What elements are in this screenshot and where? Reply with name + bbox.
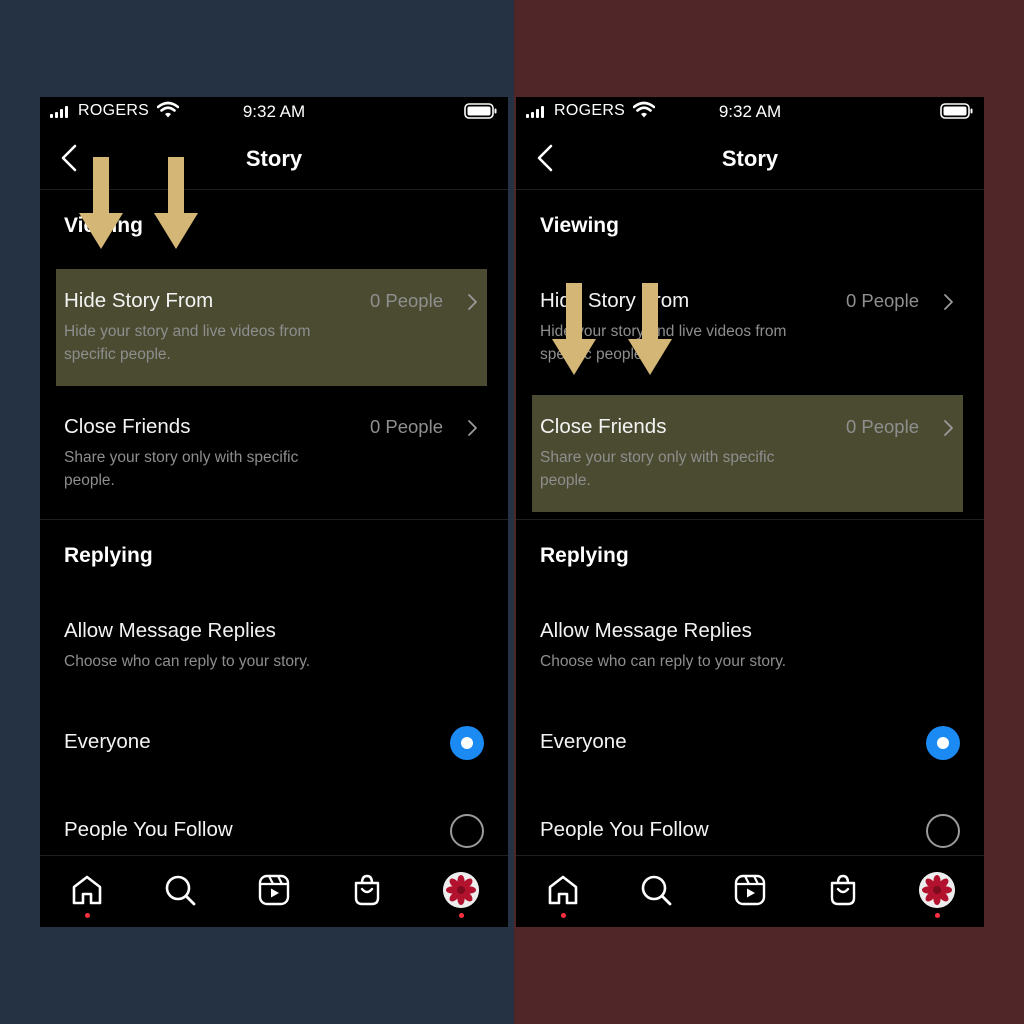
chevron-right-icon: [944, 420, 953, 436]
search-icon: [165, 875, 196, 906]
people-count: 0 People: [845, 290, 919, 311]
reels-icon: [258, 874, 290, 906]
down-arrow-annotation: [79, 157, 123, 249]
avatar-flower-icon: [443, 872, 479, 908]
notification-dot: [935, 913, 940, 918]
profile-avatar: [919, 872, 955, 908]
option-people-you-follow-label: People You Follow: [64, 818, 233, 841]
chevron-right-icon: [944, 294, 953, 310]
shop-icon: [830, 874, 856, 906]
section-title-replying: Replying: [540, 544, 629, 567]
section-divider: [516, 519, 984, 520]
tab-home[interactable]: [545, 872, 581, 918]
close-friends-row[interactable]: Close Friends Share your story only with…: [532, 395, 963, 512]
radio-people-you-follow[interactable]: [450, 814, 484, 848]
row-title: Close Friends: [540, 415, 667, 438]
search-icon: [641, 875, 672, 906]
people-count: 0 People: [369, 290, 443, 311]
avatar-flower-icon: [919, 872, 955, 908]
status-bar: ROGERS 9:32 AM: [40, 97, 508, 127]
allow-replies-title: Allow Message Replies: [64, 619, 276, 642]
phone-screenshot-left: ROGERS 9:32 AM Story Viewing Hide Story …: [40, 97, 508, 927]
row-description: Share your story only with specific peop…: [64, 449, 299, 489]
down-arrow-annotation: [552, 283, 596, 375]
tab-profile[interactable]: [443, 872, 479, 918]
bottom-tab-bar: [40, 855, 508, 927]
profile-avatar: [443, 872, 479, 908]
shop-icon: [354, 874, 380, 906]
down-arrow-annotation: [628, 283, 672, 375]
tab-shop[interactable]: [349, 872, 385, 908]
radio-everyone[interactable]: [926, 726, 960, 760]
tab-profile[interactable]: [919, 872, 955, 918]
section-divider: [40, 519, 508, 520]
people-count: 0 People: [845, 416, 919, 437]
tab-reels[interactable]: [256, 872, 292, 908]
tab-search[interactable]: [162, 872, 198, 908]
phone-screenshot-right: ROGERS 9:32 AM Story Viewing Hide Story …: [516, 97, 984, 927]
reels-icon: [734, 874, 766, 906]
notification-dot: [85, 913, 90, 918]
notification-dot: [561, 913, 566, 918]
down-arrow-annotation: [154, 157, 198, 249]
tab-search[interactable]: [638, 872, 674, 908]
notification-dot: [459, 913, 464, 918]
row-title: Close Friends: [64, 415, 191, 438]
chevron-right-icon: [468, 294, 477, 310]
tab-reels[interactable]: [732, 872, 768, 908]
section-title-replying: Replying: [64, 544, 153, 567]
row-title: Hide Story From: [64, 289, 214, 312]
status-time: 9:32 AM: [242, 102, 306, 121]
row-description: Hide your story and live videos from spe…: [64, 323, 311, 363]
section-title-viewing: Viewing: [540, 214, 619, 237]
home-icon: [548, 875, 578, 905]
chevron-right-icon: [468, 420, 477, 436]
home-icon: [72, 875, 102, 905]
radio-everyone[interactable]: [450, 726, 484, 760]
navigation-header: Story: [516, 133, 984, 190]
status-bar: ROGERS 9:32 AM: [516, 97, 984, 127]
status-time: 9:32 AM: [718, 102, 782, 121]
option-people-you-follow-label: People You Follow: [540, 818, 709, 841]
bottom-tab-bar: [516, 855, 984, 927]
hide-story-from-row[interactable]: Hide Story From Hide your story and live…: [56, 269, 487, 386]
page-title: Story: [721, 146, 779, 171]
radio-people-you-follow[interactable]: [926, 814, 960, 848]
battery-icon: [464, 103, 497, 119]
allow-replies-description: Choose who can reply to your story.: [540, 653, 787, 670]
close-friends-row[interactable]: Close Friends Share your story only with…: [56, 395, 487, 512]
tab-shop[interactable]: [825, 872, 861, 908]
allow-replies-description: Choose who can reply to your story.: [64, 653, 311, 670]
battery-icon: [940, 103, 973, 119]
tab-home[interactable]: [69, 872, 105, 918]
option-everyone-label: Everyone: [540, 730, 627, 753]
option-everyone-label: Everyone: [64, 730, 151, 753]
row-description: Share your story only with specific peop…: [540, 449, 775, 489]
allow-replies-title: Allow Message Replies: [540, 619, 752, 642]
people-count: 0 People: [369, 416, 443, 437]
hide-story-from-row[interactable]: Hide Story From Hide your story and live…: [532, 269, 963, 386]
